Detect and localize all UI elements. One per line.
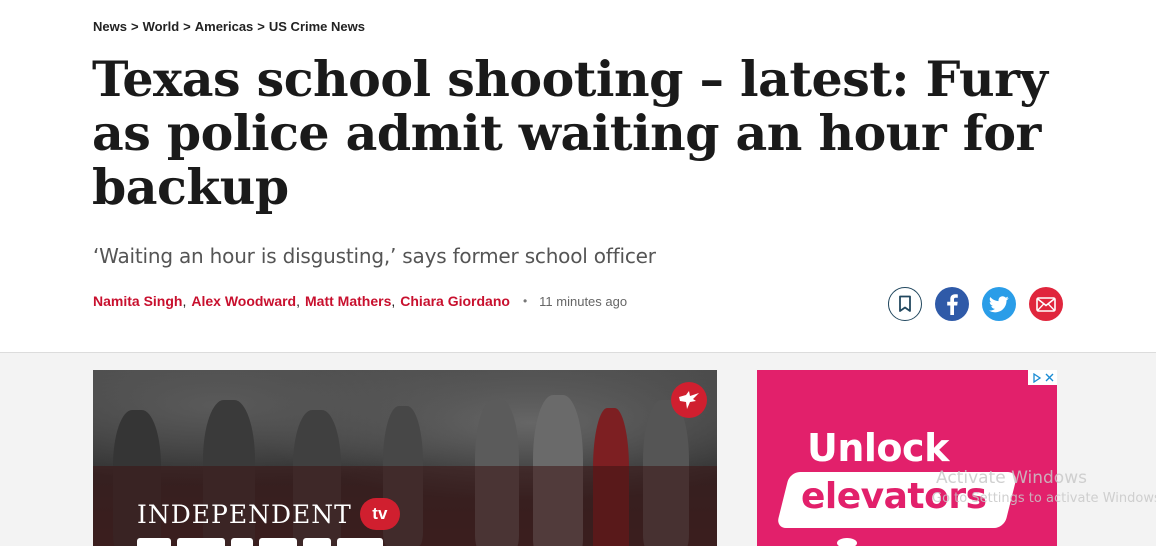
eagle-icon xyxy=(679,391,699,409)
published-time: 11 minutes ago xyxy=(539,293,628,309)
email-icon xyxy=(1036,296,1056,312)
bookmark-icon xyxy=(899,295,911,312)
author-link[interactable]: Matt Mathers xyxy=(305,293,391,309)
author-link[interactable]: Alex Woodward xyxy=(191,293,296,309)
video-player[interactable]: INDEPENDENT tv xyxy=(93,370,717,546)
independent-tv-brand: INDEPENDENT tv xyxy=(137,498,400,530)
advertisement[interactable]: Unlock elevators xyxy=(757,370,1057,546)
video-caption-cut-off xyxy=(137,538,517,546)
share-bar xyxy=(888,287,1063,321)
tv-badge: tv xyxy=(359,498,400,530)
breadcrumb: News > World > Americas > US Crime News xyxy=(93,19,365,34)
brand-name: INDEPENDENT xyxy=(137,499,352,529)
author-separator: , xyxy=(391,293,396,309)
watermark-title: Activate Windows xyxy=(936,468,1087,488)
adchoices-badge[interactable] xyxy=(1028,370,1057,385)
author-link[interactable]: Chiara Giordano xyxy=(400,293,510,309)
author-link[interactable]: Namita Singh xyxy=(93,293,182,309)
ad-text-cut-off xyxy=(837,538,857,546)
twitter-icon xyxy=(989,295,1009,312)
breadcrumb-separator: > xyxy=(257,19,265,34)
independent-eagle-logo xyxy=(671,382,707,418)
twitter-share-button[interactable] xyxy=(982,287,1016,321)
breadcrumb-americas[interactable]: Americas xyxy=(195,19,254,34)
breadcrumb-world[interactable]: World xyxy=(143,19,180,34)
email-share-button[interactable] xyxy=(1029,287,1063,321)
breadcrumb-separator: > xyxy=(183,19,191,34)
article-headline: Texas school shooting – latest: Fury as … xyxy=(92,50,1048,216)
byline: Namita Singh, Alex Woodward, Matt Mather… xyxy=(93,293,627,309)
breadcrumb-news[interactable]: News xyxy=(93,19,127,34)
breadcrumb-separator: > xyxy=(130,19,139,34)
watermark-subtitle: Go to Settings to activate Windows. xyxy=(932,491,1156,506)
adchoices-icon xyxy=(1032,372,1041,383)
ad-headline: Unlock xyxy=(807,426,949,470)
byline-dot: • xyxy=(522,294,528,308)
author-separator: , xyxy=(296,293,301,309)
article-standfirst: ‘Waiting an hour is disgusting,’ says fo… xyxy=(93,244,656,268)
facebook-icon xyxy=(947,294,958,315)
close-icon xyxy=(1045,373,1053,382)
windows-activation-watermark: Activate Windows Go to Settings to activ… xyxy=(932,468,1156,506)
breadcrumb-us-crime-news[interactable]: US Crime News xyxy=(269,19,365,34)
facebook-share-button[interactable] xyxy=(935,287,969,321)
bookmark-button[interactable] xyxy=(888,287,922,321)
author-separator: , xyxy=(182,293,187,309)
